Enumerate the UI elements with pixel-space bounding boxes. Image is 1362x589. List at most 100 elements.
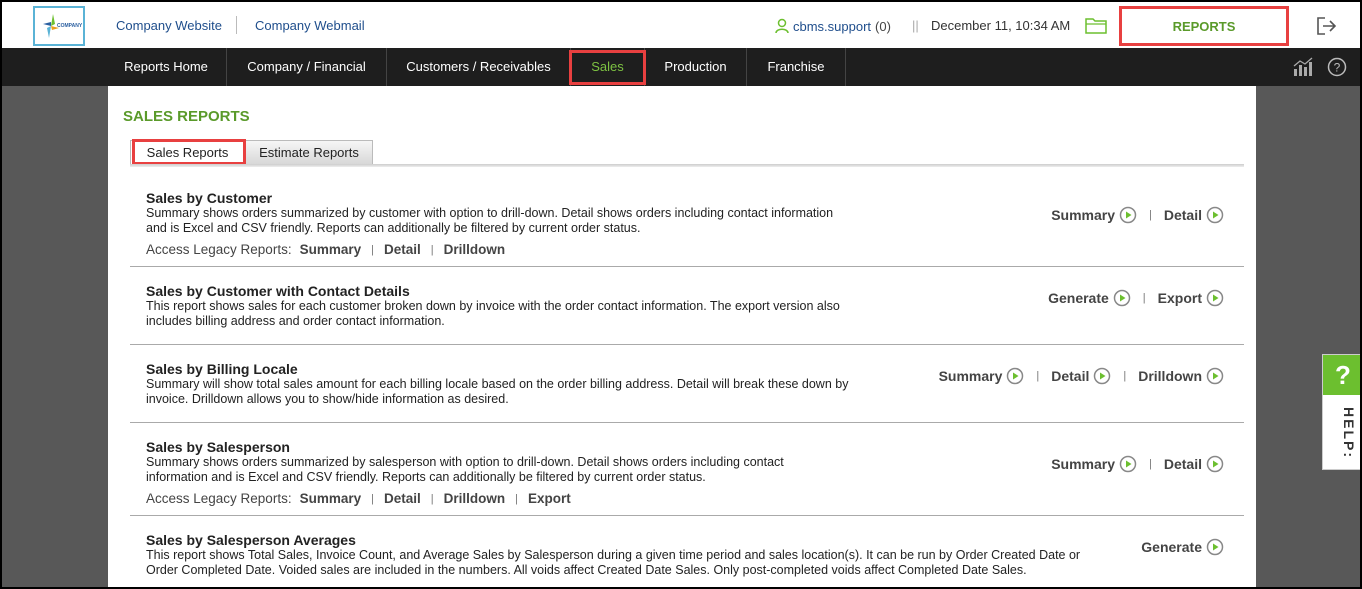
help-side-tab[interactable]: ? HELP: — [1322, 354, 1360, 470]
report-title[interactable]: Sales by Salesperson — [146, 439, 290, 455]
report-sales-by-salesperson: Sales by Salesperson Summary shows order… — [130, 423, 1244, 516]
legacy-sep: | — [371, 243, 374, 256]
action-sep: | — [1149, 209, 1152, 221]
action-label: Detail — [1163, 207, 1202, 223]
play-circle-icon — [1206, 455, 1224, 473]
report-sales-by-customer-contact: Sales by Customer with Contact Details T… — [130, 267, 1244, 345]
generate-action[interactable]: Generate — [1048, 289, 1131, 307]
legacy-sep: | — [430, 492, 434, 505]
desc-line: invoice. Drilldown allows you to show/hi… — [146, 392, 509, 406]
detail-action[interactable]: Detail — [1051, 367, 1111, 385]
action-label: Drilldown — [1138, 368, 1202, 384]
export-action[interactable]: Export — [1158, 289, 1224, 307]
action-label: Export — [1157, 290, 1202, 306]
nav-sales-highlight — [569, 50, 646, 85]
action-sep: | — [1036, 370, 1040, 382]
date-time: December 11, 10:34 AM — [931, 18, 1071, 33]
legacy-sep: | — [371, 492, 374, 505]
action-sep: | — [1149, 458, 1152, 470]
legacy-drilldown-link[interactable]: Drilldown — [444, 242, 506, 257]
legacy-label: Access Legacy Reports: — [146, 491, 292, 506]
company-logo[interactable]: COMPANY — [33, 6, 85, 46]
report-description: This report shows Total Sales, Invoice C… — [146, 548, 1126, 578]
company-website-link[interactable]: Company Website — [116, 18, 222, 33]
user-name: cbms.support — [793, 18, 872, 34]
report-title[interactable]: Sales by Customer with Contact Details — [146, 283, 410, 299]
action-label: Detail — [1051, 368, 1090, 384]
play-circle-icon — [1206, 206, 1224, 224]
desc-line: Order Completed Date. Voided sales are i… — [146, 563, 1027, 577]
legacy-detail-link[interactable]: Detail — [384, 491, 421, 506]
folder-icon[interactable] — [1085, 16, 1107, 34]
generate-action[interactable]: Generate — [1141, 538, 1224, 556]
legacy-reports: Access Legacy Reports: Summary | Detail … — [146, 491, 571, 506]
summary-action[interactable]: Summary — [1051, 455, 1137, 473]
top-header: COMPANY Company Website Company Webmail … — [2, 2, 1360, 48]
detail-action[interactable]: Detail — [1164, 206, 1224, 224]
help-question-icon: ? — [1323, 355, 1360, 395]
report-title[interactable]: Sales by Customer — [146, 190, 272, 206]
legacy-summary-link[interactable]: Summary — [300, 242, 362, 257]
company-webmail-link[interactable]: Company Webmail — [255, 18, 365, 33]
legacy-drilldown-link[interactable]: Drilldown — [444, 491, 506, 506]
question-circle-icon[interactable]: ? — [1327, 57, 1347, 77]
action-label: Summary — [938, 368, 1003, 384]
tab-estimate-reports[interactable]: Estimate Reports — [245, 140, 373, 164]
report-actions: Generate — [1141, 538, 1224, 556]
legacy-detail-link[interactable]: Detail — [384, 242, 421, 257]
desc-line: Summary will show total sales amount for… — [146, 377, 849, 391]
chart-icon[interactable] — [1292, 57, 1314, 77]
user-account[interactable]: cbms.support (0) — [774, 18, 891, 34]
link-separator — [236, 16, 237, 34]
report-sales-by-salesperson-averages: Sales by Salesperson Averages This repor… — [130, 516, 1244, 587]
action-label: Generate — [1048, 290, 1109, 306]
legacy-export-link[interactable]: Export — [528, 491, 571, 506]
desc-line: This report shows Total Sales, Invoice C… — [146, 548, 1081, 562]
reports-button[interactable]: REPORTS — [1119, 6, 1289, 46]
nav-production[interactable]: Production — [645, 48, 747, 86]
nav-company-financial[interactable]: Company / Financial — [227, 48, 387, 86]
action-label: Summary — [1051, 456, 1116, 472]
nav-customers-receivables[interactable]: Customers / Receivables — [387, 48, 571, 86]
play-circle-icon — [1119, 206, 1137, 224]
report-actions: Summary | Detail — [1051, 206, 1224, 224]
nav-reports-home[interactable]: Reports Home — [106, 48, 227, 86]
summary-action[interactable]: Summary — [939, 367, 1025, 385]
report-title[interactable]: Sales by Salesperson Averages — [146, 532, 356, 548]
action-label: Generate — [1141, 539, 1202, 555]
play-circle-icon — [1119, 455, 1137, 473]
logout-icon[interactable] — [1316, 16, 1338, 36]
play-circle-icon — [1206, 538, 1224, 556]
content-panel: SALES REPORTS Sales Reports Estimate Rep… — [108, 86, 1256, 587]
play-circle-icon — [1113, 289, 1131, 307]
summary-action[interactable]: Summary — [1051, 206, 1137, 224]
legacy-label: Access Legacy Reports: — [146, 242, 292, 257]
user-icon — [775, 18, 789, 34]
help-label: HELP: — [1341, 407, 1357, 459]
tab-underline — [130, 164, 1244, 167]
detail-action[interactable]: Detail — [1164, 455, 1224, 473]
nav-franchise[interactable]: Franchise — [747, 48, 846, 86]
desc-line: Summary shows orders summarized by custo… — [146, 206, 834, 220]
action-sep: | — [1123, 370, 1127, 382]
page-title: SALES REPORTS — [123, 108, 250, 125]
legacy-summary-link[interactable]: Summary — [300, 491, 362, 506]
action-label: Detail — [1163, 456, 1202, 472]
report-description: Summary shows orders summarized by sales… — [146, 455, 886, 485]
main-nav: Reports Home Company / Financial Custome… — [2, 48, 1360, 86]
drilldown-action[interactable]: Drilldown — [1138, 367, 1224, 385]
report-title[interactable]: Sales by Billing Locale — [146, 361, 298, 377]
report-actions: Generate | Export — [1048, 289, 1224, 307]
action-label: Summary — [1051, 207, 1116, 223]
app-frame: COMPANY Company Website Company Webmail … — [0, 0, 1362, 589]
play-circle-icon — [1007, 367, 1024, 385]
desc-line: information and is Excel and CSV friendl… — [146, 470, 706, 484]
legacy-sep: | — [430, 243, 434, 256]
report-description: This report shows sales for each custome… — [146, 299, 886, 329]
logo-text: COMPANY — [57, 23, 83, 29]
desc-line: This report shows sales for each custome… — [146, 299, 840, 313]
desc-line: and is Excel and CSV friendly. Reports c… — [146, 221, 641, 235]
action-sep: | — [1142, 292, 1146, 304]
play-circle-icon — [1094, 367, 1111, 385]
report-description: Summary shows orders summarized by custo… — [146, 206, 886, 236]
